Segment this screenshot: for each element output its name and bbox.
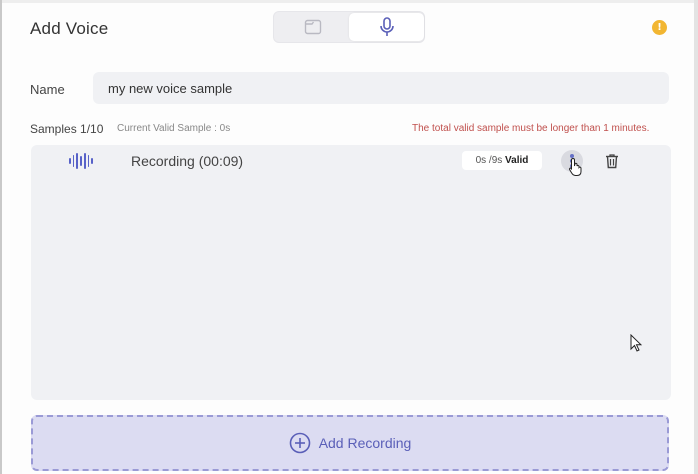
valid-duration-badge: 0s /9s Valid [462,151,542,170]
dialog-title: Add Voice [30,19,109,38]
name-input[interactable] [93,72,669,104]
scrollbar[interactable] [694,0,698,474]
upload-file-mode-button[interactable] [275,13,350,41]
info-icon[interactable]: ! [652,20,667,35]
current-valid-sample-label: Current Valid Sample : 0s [117,123,231,134]
arrow-cursor [630,334,642,352]
microphone-icon [379,17,394,36]
sample-list: Recording (00:09) 0s /9s Valid [31,145,671,400]
plus-circle-icon [289,432,310,454]
delete-recording-button[interactable] [604,153,620,169]
top-border [0,0,698,3]
samples-count-label: Samples 1/10 [30,122,104,136]
name-label: Name [30,82,65,97]
input-mode-switch [273,11,425,43]
trash-icon [606,154,618,169]
add-recording-button[interactable]: Add Recording [31,415,669,471]
left-border [0,0,2,474]
sample-length-warning: The total valid sample must be longer th… [412,123,650,134]
waveform-icon [69,153,94,169]
add-voice-dialog: Add Voice ! Name Samples 1/10 Current Va… [0,0,698,474]
valid-word: Valid [505,155,529,166]
hand-pointer-cursor [568,157,582,176]
add-recording-label: Add Recording [318,435,412,451]
file-icon [304,19,321,35]
record-mode-button[interactable] [349,13,424,41]
recording-name: Recording (00:09) [131,153,244,169]
valid-duration-text: 0s /9s [475,155,503,166]
